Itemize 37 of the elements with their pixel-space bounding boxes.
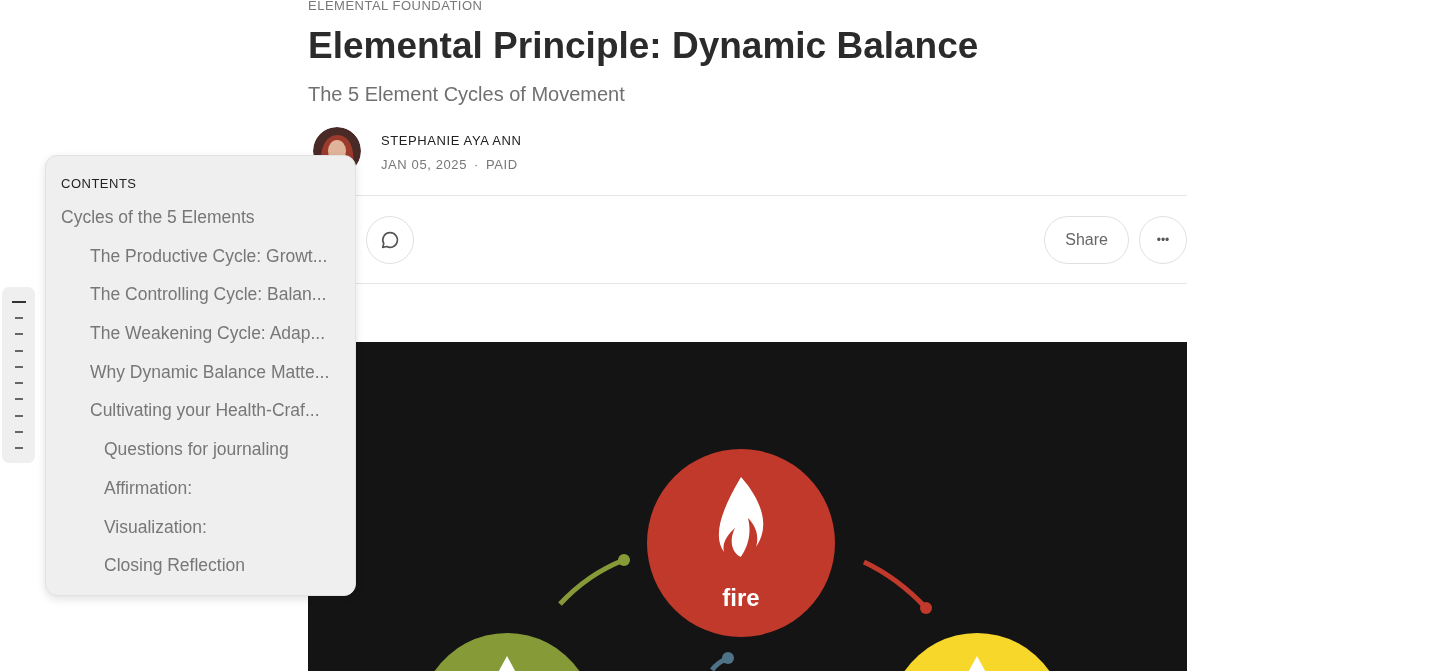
contents-link[interactable]: Closing Reflection [61, 554, 355, 593]
contents-link[interactable]: Cycles of the 5 Elements [61, 206, 355, 245]
contents-link[interactable]: Visualization: [61, 515, 355, 555]
arrow [710, 652, 734, 671]
contents-link[interactable]: Affirmation: [61, 476, 355, 516]
contents-link[interactable]: Why Dynamic Balance Matte... [61, 360, 355, 400]
section-label[interactable]: ELEMENTAL FOUNDATION [308, 0, 1187, 12]
flame-icon [718, 477, 764, 557]
access-label: PAID [485, 156, 518, 172]
arrow [558, 554, 630, 606]
contents-heading: CONTENTS [61, 176, 138, 191]
nav-dash[interactable] [14, 398, 23, 401]
contents-link[interactable]: The Productive Cycle: Growt... [61, 244, 355, 284]
contents-link[interactable]: Questions for journaling [61, 438, 355, 477]
nav-dash[interactable] [11, 300, 26, 303]
share-button[interactable]: Share [1044, 215, 1129, 264]
more-button[interactable]: ••• [1139, 215, 1187, 264]
separator-dot: · [474, 156, 479, 172]
post-title: Elemental Principle: Dynamic Balance [308, 24, 980, 68]
arrow [862, 559, 932, 614]
nav-dash[interactable] [14, 333, 23, 336]
comment-button[interactable] [366, 215, 414, 264]
nav-dash[interactable] [14, 349, 23, 352]
nav-dash[interactable] [14, 447, 23, 450]
nav-dash[interactable] [14, 365, 23, 368]
nav-dash[interactable] [14, 414, 23, 417]
contents-link[interactable]: Cultivating your Health-Craf... [61, 399, 355, 439]
nav-dash[interactable] [14, 316, 23, 319]
contents-link[interactable]: The Controlling Cycle: Balan... [61, 283, 355, 323]
post-date: JAN 05, 2025 [381, 156, 467, 172]
section-navigator[interactable] [2, 287, 35, 463]
element-label: fire [722, 584, 760, 611]
contents-link[interactable]: The Weakening Cycle: Adap... [61, 322, 355, 361]
nav-dash[interactable] [14, 431, 23, 434]
nav-dash[interactable] [14, 382, 23, 385]
post-subtitle: The 5 Element Cycles of Movement [308, 82, 626, 107]
author-name[interactable]: STEPHANIE AYA ANN [381, 132, 522, 148]
